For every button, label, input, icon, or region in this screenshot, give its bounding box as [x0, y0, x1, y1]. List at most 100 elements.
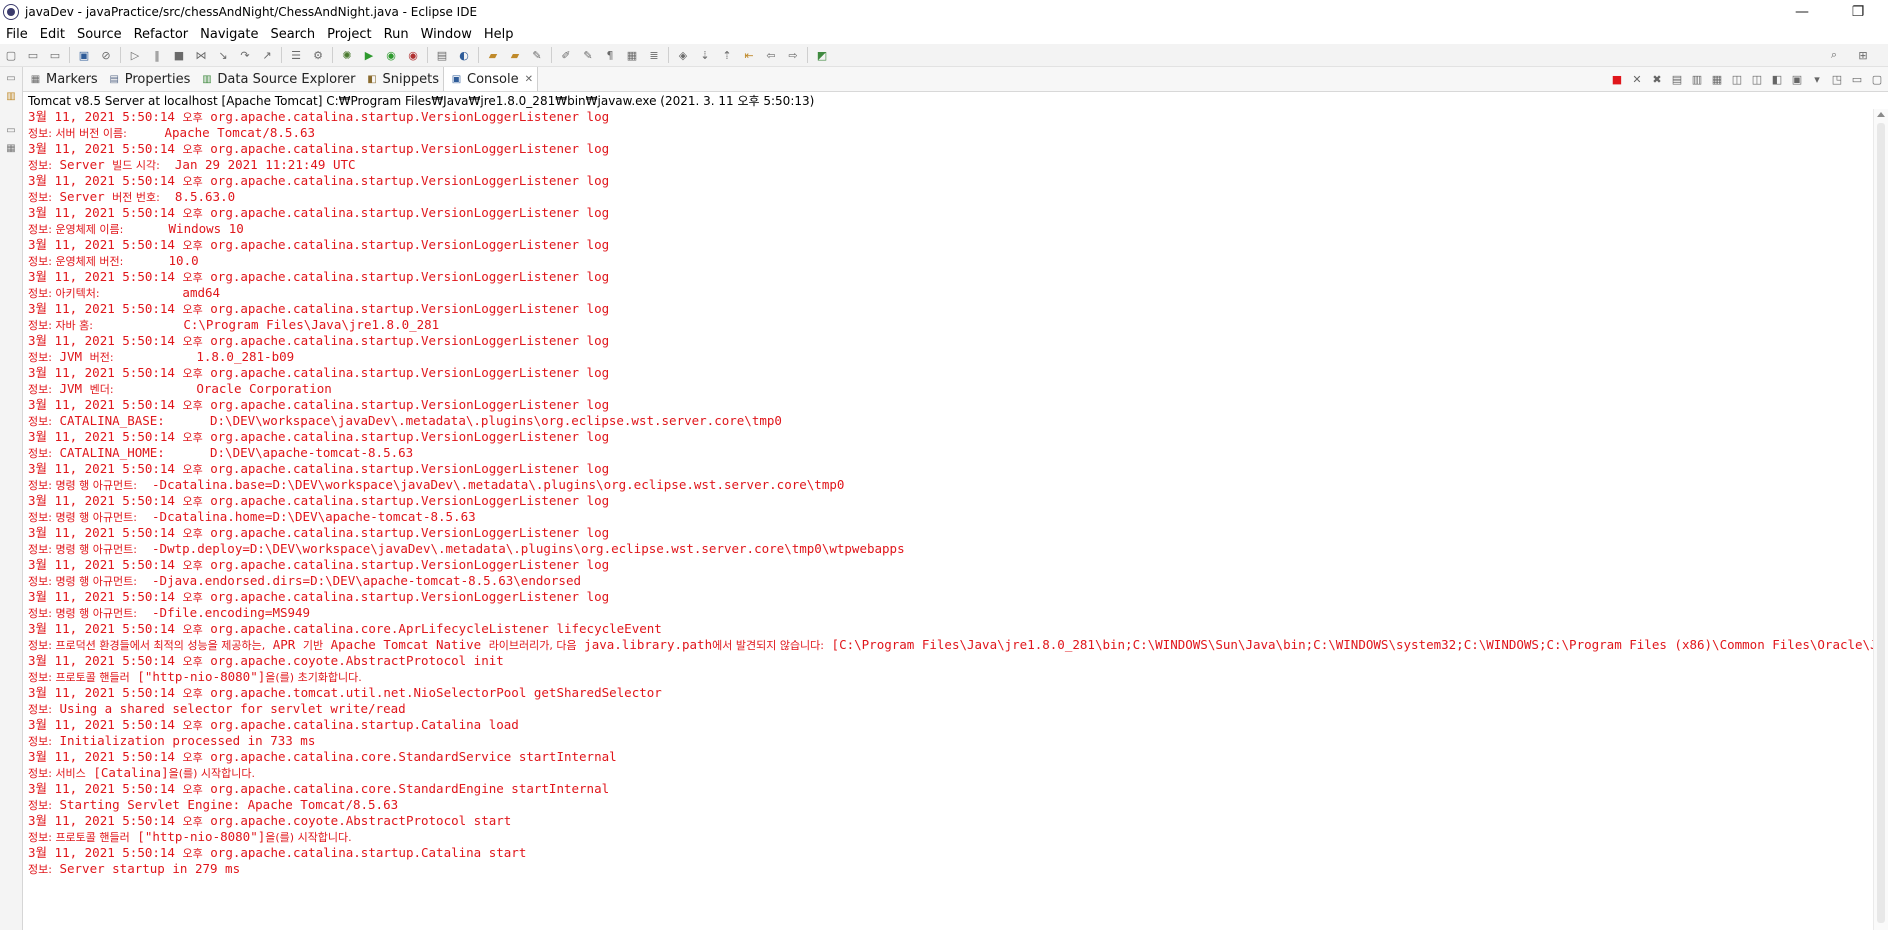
restore-icon[interactable]: ▭ — [4, 125, 18, 137]
package-explorer-icon[interactable]: ▥ — [4, 91, 18, 103]
open-task-icon[interactable]: ▰ — [504, 46, 526, 64]
menu-source[interactable]: Source — [71, 27, 128, 42]
menu-run[interactable]: Run — [378, 27, 415, 42]
new-console-view-icon[interactable]: ◳ — [1828, 71, 1846, 87]
console-scrollbar[interactable] — [1873, 109, 1888, 930]
maximize-view-icon[interactable]: ▢ — [1868, 71, 1886, 87]
save-icon[interactable]: ▭ — [22, 46, 44, 64]
menu-navigate[interactable]: Navigate — [194, 27, 264, 42]
scrollbar-thumb[interactable] — [1877, 123, 1885, 923]
console-text: 오후 — [182, 719, 203, 732]
word-wrap-icon[interactable]: ≣ — [643, 46, 665, 64]
restore-button[interactable]: ❐ — [1836, 0, 1880, 24]
console-line: 정보: 서비스 [Catalina]을(를) 시작합니다. — [28, 765, 1874, 781]
last-edit-icon[interactable]: ⇤ — [738, 46, 760, 64]
tab-properties[interactable]: ▤ Properties — [102, 67, 195, 91]
whitespace-icon[interactable]: ¶ — [599, 46, 621, 64]
open-console-dropdown-icon[interactable]: ▾ — [1808, 71, 1826, 87]
minimize-view-icon[interactable]: ▭ — [1848, 71, 1866, 87]
step-over-icon[interactable]: ↷ — [234, 46, 256, 64]
open-perspective-icon[interactable]: ⊞ — [1852, 46, 1874, 64]
skip-breakpoints-icon[interactable]: ⊘ — [95, 46, 117, 64]
disconnect-icon[interactable]: ⋈ — [190, 46, 212, 64]
menu-window[interactable]: Window — [415, 27, 478, 42]
display-selected-console-icon[interactable]: ▣ — [1788, 71, 1806, 87]
run-icon[interactable]: ▶ — [358, 46, 380, 64]
new-class-icon[interactable]: ◐ — [453, 46, 475, 64]
prev-annotation-icon[interactable]: ⇡ — [716, 46, 738, 64]
console-text: 을(를) 초기화합니다. — [265, 671, 362, 684]
remove-all-launches-icon[interactable]: ✖ — [1648, 71, 1666, 87]
word-wrap-toggle-icon[interactable]: ▦ — [1708, 71, 1726, 87]
menu-search[interactable]: Search — [264, 27, 321, 42]
console-text: 정보: — [28, 159, 52, 172]
new-java-project-icon[interactable]: ▤ — [431, 46, 453, 64]
scroll-up-icon[interactable] — [1877, 112, 1885, 117]
console-text: Windows 10 — [123, 221, 244, 236]
open-perspective-link-icon[interactable]: ◩ — [811, 46, 833, 64]
open-type-icon[interactable]: ▰ — [482, 46, 504, 64]
step-return-icon[interactable]: ↗ — [256, 46, 278, 64]
coverage-icon[interactable]: ◉ — [380, 46, 402, 64]
toggle-mark-icon[interactable]: ✎ — [577, 46, 599, 64]
tab-markers[interactable]: ▦ Markers — [23, 67, 102, 91]
show-on-stderr-icon[interactable]: ◫ — [1748, 71, 1766, 87]
tab-console[interactable]: ▣ Console ✕ — [443, 67, 538, 91]
console-line: 3월 11, 2021 5:50:14 오후 org.apache.catali… — [28, 429, 1874, 445]
next-annotation-icon[interactable]: ⇣ — [694, 46, 716, 64]
tab-data-source-explorer[interactable]: ▥ Data Source Explorer — [194, 67, 359, 91]
servers-icon[interactable]: ⚙ — [307, 46, 329, 64]
tab-snippets[interactable]: ◧ Snippets — [360, 67, 443, 91]
tab-label: Data Source Explorer — [217, 71, 356, 87]
menu-file[interactable]: File — [0, 27, 34, 42]
menu-project[interactable]: Project — [321, 27, 377, 42]
external-tools-icon[interactable]: ◉ — [402, 46, 424, 64]
save-all-icon[interactable]: ▭ — [44, 46, 66, 64]
back-icon[interactable]: ⇦ — [760, 46, 782, 64]
console-text: 정보: 명령 행 아규먼트: — [28, 479, 137, 492]
console-line: 3월 11, 2021 5:50:14 오후 org.apache.catali… — [28, 781, 1874, 797]
console-line: 3월 11, 2021 5:50:14 오후 org.apache.coyote… — [28, 813, 1874, 829]
close-icon[interactable]: ✕ — [525, 74, 533, 85]
restore-icon[interactable]: ▭ — [4, 73, 18, 85]
console-text: 정보: 자바 홈: — [28, 319, 94, 332]
remove-launch-icon[interactable]: ✕ — [1628, 71, 1646, 87]
console-text: CATALINA_BASE: D:\DEV\workspace\javaDev\… — [51, 413, 782, 428]
console-output[interactable]: 3월 11, 2021 5:50:14 오후 org.apache.catali… — [28, 109, 1874, 930]
annotation-icon[interactable]: ✐ — [555, 46, 577, 64]
console-line: 3월 11, 2021 5:50:14 오후 org.apache.catali… — [28, 589, 1874, 605]
toolbar-divider — [69, 47, 70, 63]
console-text: 오후 — [182, 847, 203, 860]
outline-icon[interactable]: ▦ — [4, 143, 18, 155]
show-on-stdout-icon[interactable]: ◫ — [1728, 71, 1746, 87]
suspend-icon[interactable]: ‖ — [146, 46, 168, 64]
terminate-button[interactable]: ■ — [1608, 71, 1626, 87]
terminate-icon[interactable]: ■ — [168, 46, 190, 64]
menu-edit[interactable]: Edit — [34, 27, 71, 42]
pin-icon[interactable]: ◈ — [672, 46, 694, 64]
forward-icon[interactable]: ⇨ — [782, 46, 804, 64]
build-icon[interactable]: ☰ — [285, 46, 307, 64]
toolbar-divider — [281, 47, 282, 63]
console-text: 정보: 서비스 — [28, 767, 86, 780]
step-into-icon[interactable]: ↘ — [212, 46, 234, 64]
console-text: Oracle Corporation — [113, 381, 332, 396]
pin-console-icon[interactable]: ◧ — [1768, 71, 1786, 87]
minimize-button[interactable]: — — [1780, 0, 1824, 24]
resume-icon[interactable]: ▷ — [124, 46, 146, 64]
scroll-lock-icon[interactable]: ▥ — [1688, 71, 1706, 87]
console-line: 정보: 운영체제 버전: 10.0 — [28, 253, 1874, 269]
clear-console-icon[interactable]: ▤ — [1668, 71, 1686, 87]
window-title: javaDev - javaPractice/src/chessAndNight… — [25, 5, 478, 19]
menu-refactor[interactable]: Refactor — [128, 27, 195, 42]
console-text: amd64 — [99, 285, 221, 300]
open-console-icon[interactable]: ▣ — [73, 46, 95, 64]
console-text: 오후 — [182, 207, 203, 220]
console-text: 3월 11, 2021 5:50:14 — [28, 493, 183, 508]
search-tool-icon[interactable]: ✎ — [526, 46, 548, 64]
debug-icon[interactable]: ✺ — [336, 46, 358, 64]
new-icon[interactable]: ▢ — [0, 46, 22, 64]
block-selection-icon[interactable]: ▦ — [621, 46, 643, 64]
menu-help[interactable]: Help — [478, 27, 520, 42]
quick-access-icon[interactable]: ⌕ — [1823, 46, 1845, 64]
